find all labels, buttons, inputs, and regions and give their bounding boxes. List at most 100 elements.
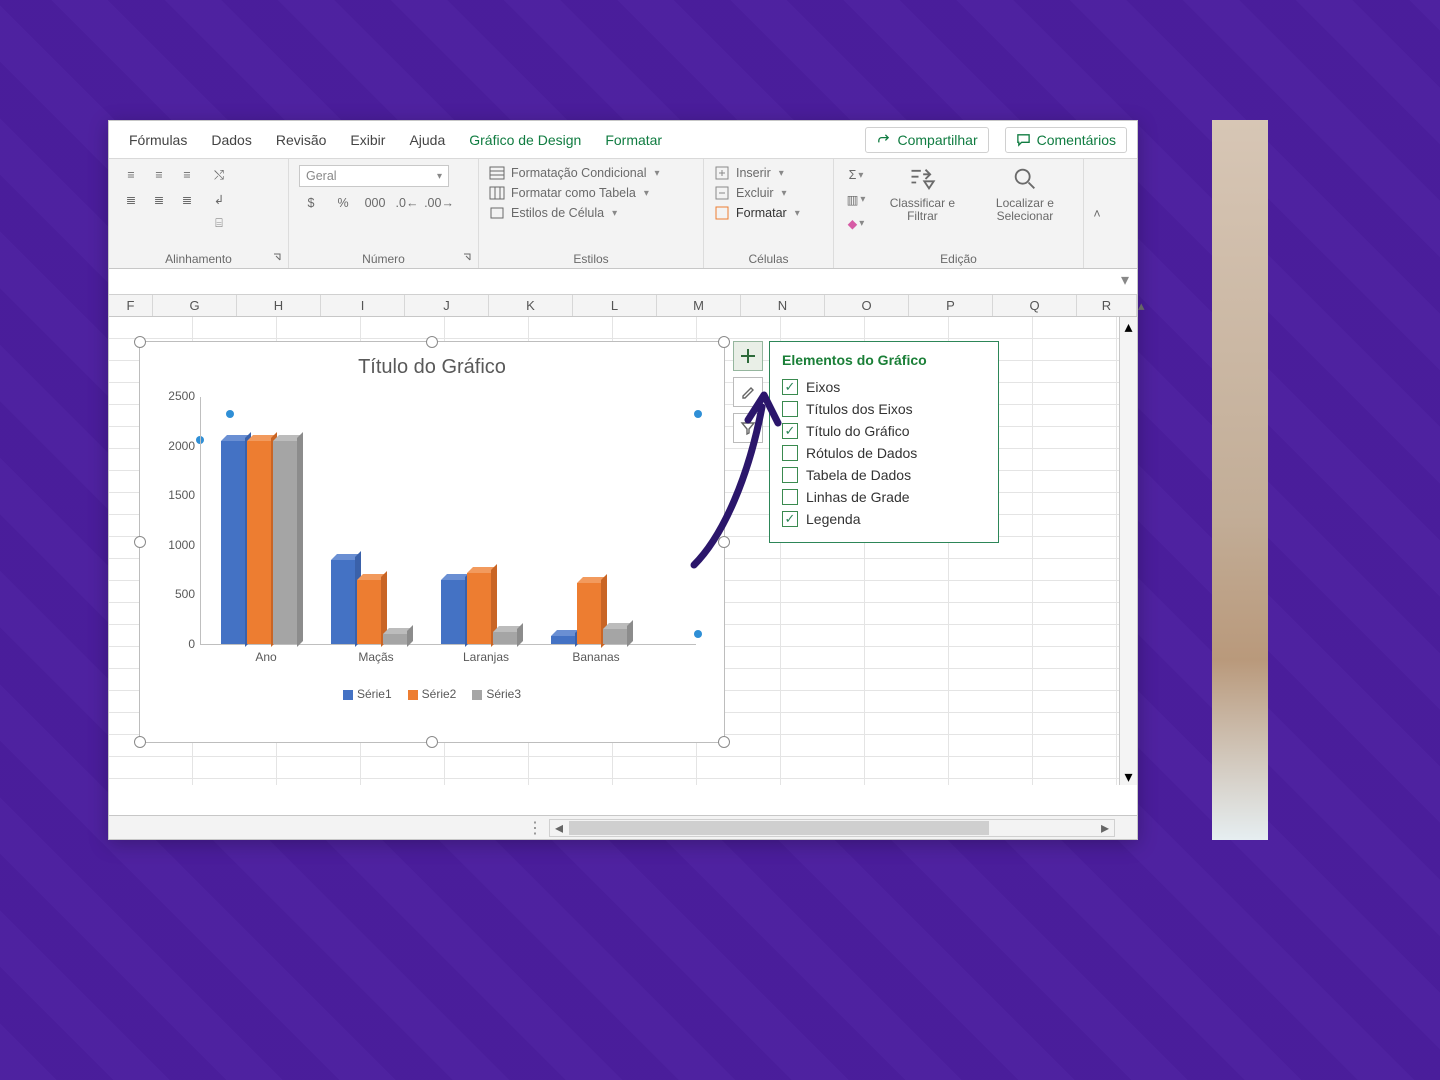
legend-item[interactable]: Série2 (408, 687, 457, 701)
scroll-up-button[interactable]: ▴ (1137, 295, 1145, 316)
delete-cells-button[interactable]: Excluir▾ (714, 185, 800, 201)
chart-bar[interactable] (441, 580, 465, 644)
chart-bar[interactable] (247, 441, 271, 644)
horizontal-scrollbar[interactable]: ◂ ▸ (549, 819, 1115, 837)
scrollbar-thumb[interactable] (569, 821, 989, 835)
align-middle-icon[interactable]: ≡ (147, 165, 171, 185)
tab-chart-design[interactable]: Gráfico de Design (459, 128, 591, 152)
checkbox-icon[interactable]: ✓ (782, 511, 798, 527)
checkbox-icon[interactable]: ✓ (782, 423, 798, 439)
align-bottom-icon[interactable]: ≡ (175, 165, 199, 185)
chart-bar[interactable] (221, 441, 245, 644)
chart-bar-group[interactable]: Ano (221, 441, 311, 644)
tab-formulas[interactable]: Fórmulas (119, 128, 197, 152)
chart-filters-button[interactable] (733, 413, 763, 443)
tab-exibir[interactable]: Exibir (340, 128, 395, 152)
tab-ajuda[interactable]: Ajuda (399, 128, 455, 152)
autosum-icon[interactable]: Σ▾ (844, 165, 868, 185)
chart-bar-group[interactable]: Laranjas (441, 573, 531, 644)
chart-element-option[interactable]: Títulos dos Eixos (782, 398, 986, 420)
chart-bar[interactable] (551, 636, 575, 644)
align-top-icon[interactable]: ≡ (119, 165, 143, 185)
collapse-ribbon-button[interactable]: ˄ (1084, 159, 1110, 268)
scroll-left-button[interactable]: ◂ (550, 820, 568, 836)
percent-format-icon[interactable]: % (331, 193, 355, 213)
chart-styles-button[interactable] (733, 377, 763, 407)
format-cells-button[interactable]: Formatar▾ (714, 205, 800, 221)
chart-element-option[interactable]: ✓Legenda (782, 508, 986, 530)
chart-legend[interactable]: Série1 Série2 Série3 (140, 687, 724, 701)
number-format-combo[interactable]: Geral ▾ (299, 165, 449, 187)
chart-bar-group[interactable]: Maçãs (331, 560, 421, 644)
chart-element-option[interactable]: Tabela de Dados (782, 464, 986, 486)
col-header-N[interactable]: N (741, 295, 825, 316)
col-header-G[interactable]: G (153, 295, 237, 316)
col-header-P[interactable]: P (909, 295, 993, 316)
increase-decimal-icon[interactable]: .0← (395, 193, 419, 213)
resize-handle-icon[interactable] (134, 336, 146, 348)
chart-element-option[interactable]: ✓Título do Gráfico (782, 420, 986, 442)
legend-item[interactable]: Série3 (472, 687, 521, 701)
vertical-scrollbar[interactable]: ▴ ▾ (1119, 317, 1137, 785)
chart-bar-group[interactable]: Bananas (551, 583, 641, 645)
comma-format-icon[interactable]: 000 (363, 193, 387, 213)
chart-elements-button[interactable] (733, 341, 763, 371)
alignment-dialog-launcher[interactable] (272, 252, 284, 264)
col-header-R[interactable]: R (1077, 295, 1137, 316)
format-as-table-button[interactable]: Formatar como Tabela▾ (489, 185, 660, 201)
col-header-K[interactable]: K (489, 295, 573, 316)
clear-icon[interactable]: ◆▾ (844, 213, 868, 233)
orientation-icon[interactable]: ⤭ (207, 165, 231, 185)
resize-handle-icon[interactable] (718, 536, 730, 548)
checkbox-icon[interactable]: ✓ (782, 379, 798, 395)
expand-formula-bar-icon[interactable]: ▾ (1117, 273, 1133, 287)
chart-object[interactable]: Título do Gráfico 05001000150020002500An… (139, 341, 725, 743)
conditional-formatting-button[interactable]: Formatação Condicional▾ (489, 165, 660, 181)
sheet-tabs-area[interactable]: ⋮ (109, 818, 549, 838)
chart-bar[interactable] (577, 583, 601, 645)
chart-element-option[interactable]: Linhas de Grade (782, 486, 986, 508)
formula-bar[interactable]: ▾ (109, 269, 1137, 295)
align-center-icon[interactable]: ≣ (147, 189, 171, 209)
tab-format[interactable]: Formatar (595, 128, 672, 152)
col-header-M[interactable]: M (657, 295, 741, 316)
align-right-icon[interactable]: ≣ (175, 189, 199, 209)
tab-dados[interactable]: Dados (201, 128, 261, 152)
cell-styles-button[interactable]: Estilos de Célula▾ (489, 205, 660, 221)
wrap-text-icon[interactable]: ↲ (207, 189, 231, 209)
find-select-icon[interactable] (1011, 165, 1039, 193)
chart-bar[interactable] (493, 632, 517, 644)
fill-icon[interactable]: ▥▾ (844, 189, 868, 209)
sort-filter-icon[interactable] (908, 165, 936, 193)
checkbox-icon[interactable] (782, 467, 798, 483)
checkbox-icon[interactable] (782, 445, 798, 461)
resize-handle-icon[interactable] (426, 736, 438, 748)
col-header-Q[interactable]: Q (993, 295, 1077, 316)
chart-bar[interactable] (467, 573, 491, 644)
decrease-decimal-icon[interactable]: .00→ (427, 193, 451, 213)
tab-revisao[interactable]: Revisão (266, 128, 337, 152)
col-header-H[interactable]: H (237, 295, 321, 316)
resize-handle-icon[interactable] (134, 536, 146, 548)
resize-handle-icon[interactable] (134, 736, 146, 748)
legend-item[interactable]: Série1 (343, 687, 392, 701)
chart-element-option[interactable]: ✓Eixos (782, 376, 986, 398)
col-header-J[interactable]: J (405, 295, 489, 316)
resize-handle-icon[interactable] (718, 736, 730, 748)
col-header-I[interactable]: I (321, 295, 405, 316)
accounting-format-icon[interactable]: $ (299, 193, 323, 213)
checkbox-icon[interactable] (782, 489, 798, 505)
scroll-right-button[interactable]: ▸ (1096, 820, 1114, 836)
align-left-icon[interactable]: ≣ (119, 189, 143, 209)
col-header-F[interactable]: F (109, 295, 153, 316)
resize-handle-icon[interactable] (718, 336, 730, 348)
chart-element-option[interactable]: Rótulos de Dados (782, 442, 986, 464)
chart-bar[interactable] (383, 634, 407, 644)
resize-handle-icon[interactable] (426, 336, 438, 348)
share-button[interactable]: Compartilhar (865, 127, 988, 153)
chart-bar[interactable] (273, 441, 297, 644)
chart-bar[interactable] (603, 629, 627, 644)
chart-plot-area[interactable]: 05001000150020002500AnoMaçãsLaranjasBana… (200, 397, 696, 645)
chart-bar[interactable] (357, 580, 381, 644)
chart-bar[interactable] (331, 560, 355, 644)
